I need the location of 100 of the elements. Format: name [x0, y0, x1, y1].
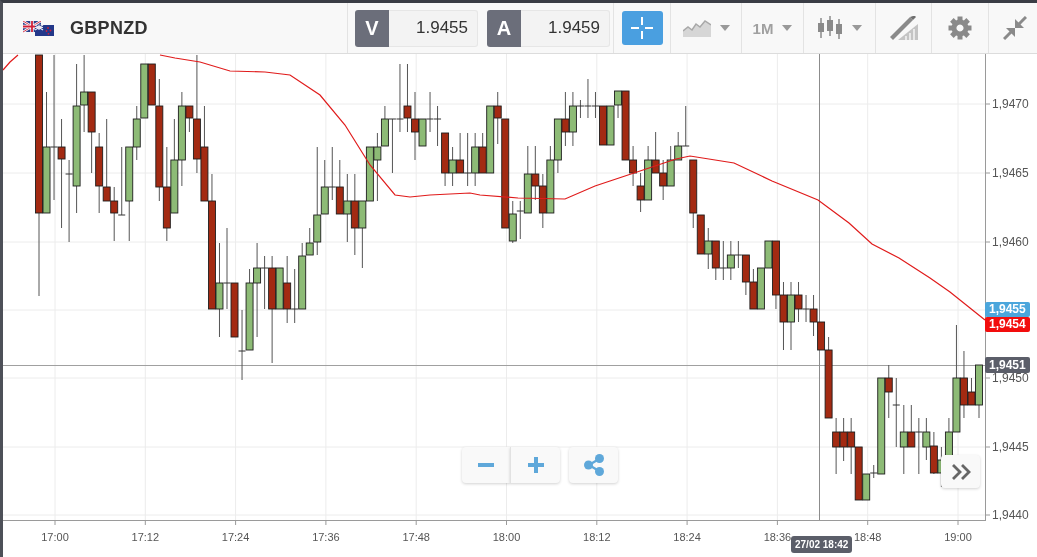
minus-icon [478, 463, 494, 467]
time-axis-label: 17:36 [312, 531, 340, 544]
price-marker-label: 1,9451 [985, 357, 1030, 373]
double-chevron-icon [950, 463, 971, 480]
price-axis-label: 1,9450 [992, 372, 1029, 384]
rising-candle [358, 200, 367, 269]
doji-candle [426, 91, 435, 133]
doji-candle [681, 105, 690, 147]
falling-candle [403, 63, 412, 133]
caret-icon [852, 25, 862, 31]
collapse-icon [1002, 16, 1027, 40]
time-axis-label: 18:36 [763, 531, 792, 544]
rising-candle [508, 200, 517, 244]
instrument-symbol: GBPNZD [70, 17, 148, 39]
falling-candle [794, 281, 803, 323]
doji-candle [802, 294, 811, 323]
price-axis-label: 1,9460 [992, 236, 1029, 248]
rising-candle [523, 145, 532, 214]
time-axis-label: 18:00 [492, 531, 521, 544]
candlestick-icon [817, 16, 843, 40]
zoom-out-button[interactable] [462, 447, 510, 483]
rising-candle [553, 118, 562, 174]
crosshair-time-label: 27/02 18:42 [791, 536, 853, 553]
falling-candle [929, 431, 938, 475]
crosshair-icon [631, 17, 653, 39]
area-chart-icon [682, 19, 711, 37]
quote-value: 1.9455 [389, 9, 478, 47]
rising-candle [899, 404, 908, 475]
time-axis-label: 17:00 [41, 531, 69, 544]
doji-candle [433, 105, 442, 147]
falling-candle [839, 417, 848, 462]
time-axis-label: 17:48 [402, 531, 430, 544]
time-axis-label: 17:12 [131, 531, 160, 544]
falling-candle [531, 145, 540, 201]
falling-candle [335, 159, 344, 215]
rising-candle [922, 417, 931, 461]
settings-icon [948, 16, 972, 40]
doji-candle [238, 309, 247, 381]
doji-candle [869, 464, 878, 479]
zoom-in-button[interactable] [510, 447, 560, 483]
crosshair-button[interactable] [621, 11, 663, 45]
doji-candle [719, 240, 728, 281]
price-axis-label: 1,9440 [992, 509, 1029, 521]
quote-label: V [355, 9, 389, 47]
rising-candle [343, 173, 352, 243]
doji-candle [388, 118, 397, 174]
scroll-to-end-button[interactable] [941, 455, 980, 488]
falling-candle [907, 404, 916, 448]
time-axis-label: 18:48 [853, 531, 882, 544]
plus-icon [527, 457, 544, 473]
falling-candle [283, 255, 292, 324]
falling-candle [636, 172, 645, 213]
price-axis-label: 1,9465 [992, 167, 1029, 179]
share-button[interactable] [569, 447, 618, 483]
doji-candle [892, 377, 901, 448]
rising-candle [418, 118, 427, 147]
rising-candle [787, 281, 795, 351]
rising-candle [726, 240, 735, 281]
falling-candle [884, 364, 893, 419]
rising-candle [606, 105, 615, 146]
rising-candle [546, 145, 555, 214]
rising-candle [140, 63, 149, 119]
doji-candle [260, 255, 269, 310]
caret-icon [782, 25, 793, 31]
doji-candle [290, 268, 299, 324]
share-icon [583, 454, 604, 476]
doji-candle [914, 417, 923, 475]
rising-candle [486, 105, 495, 174]
timeframe-button[interactable]: 1M [741, 3, 803, 53]
doji-candle [463, 132, 472, 187]
rising-candle [365, 146, 374, 202]
price-axis-label: 1,9470 [992, 98, 1029, 110]
rising-candle [862, 473, 871, 501]
falling-candle [711, 240, 720, 281]
drawing-tools-icon [889, 16, 918, 40]
rising-candle [644, 145, 653, 201]
falling-candle [561, 91, 570, 147]
doji-candle [516, 200, 525, 240]
rising-candle [275, 267, 284, 310]
doji-candle [117, 146, 126, 216]
rising-candle [674, 131, 683, 161]
falling-candle [441, 132, 450, 187]
falling-candle [456, 132, 465, 174]
falling-candle [230, 282, 239, 338]
rising-candle [666, 145, 675, 187]
price-marker-label: 1,9455 [985, 302, 1030, 317]
falling-candle [779, 281, 788, 351]
falling-candle [854, 446, 863, 501]
timeframe-label: 1M [752, 19, 774, 37]
quote-value: 1.9459 [521, 9, 610, 47]
caret-icon [719, 25, 730, 31]
time-axis-label: 18:12 [583, 531, 611, 544]
doji-candle [328, 146, 337, 201]
falling-candle [741, 254, 750, 296]
rising-candle [704, 227, 713, 270]
rising-candle [568, 91, 577, 147]
doji-candle [734, 240, 743, 269]
rising-candle [975, 364, 983, 419]
falling-candle [847, 417, 856, 475]
rising-candle [448, 146, 457, 187]
